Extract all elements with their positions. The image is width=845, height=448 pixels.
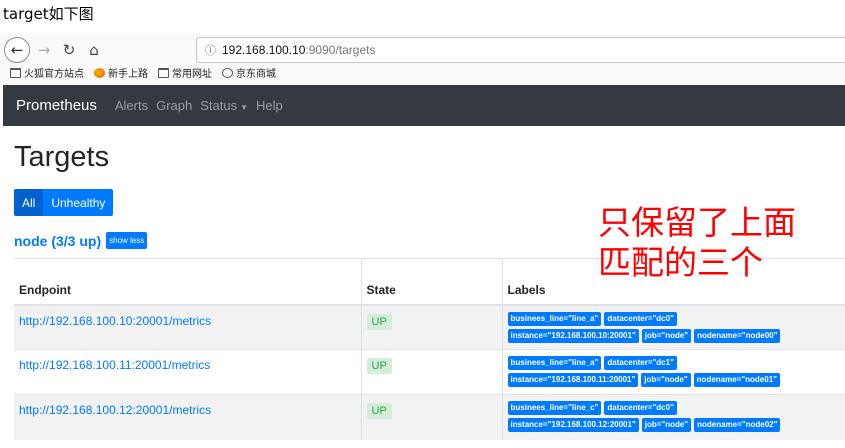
labels-cell: businees_line="line_a" datacenter="dc1" … (501, 349, 845, 395)
label-badge: nodename="node00" (694, 328, 781, 343)
url-host: 192.168.100.10 (222, 43, 306, 57)
header-endpoint: Endpoint (14, 258, 361, 306)
folder-icon (10, 67, 21, 78)
page-title: Targets (14, 141, 110, 173)
label-badge: job="node" (641, 328, 692, 343)
filter-all-button[interactable]: All (14, 189, 44, 216)
home-button[interactable]: ⌂ (83, 37, 105, 63)
show-less-button[interactable]: show less (106, 232, 148, 249)
endpoint-link[interactable]: http://192.168.100.12:20001/metrics (19, 403, 211, 417)
prometheus-navbar: Prometheus Alerts Graph Status ▼ Help (3, 85, 845, 126)
forward-button[interactable]: → (33, 37, 55, 63)
label-badge: instance="192.168.100.10:20001" (507, 328, 639, 343)
brand-link[interactable]: Prometheus (16, 97, 97, 114)
header-state: State (360, 258, 502, 306)
home-icon: ⌂ (89, 41, 99, 59)
labels-line: businees_line="line_a" datacenter="dc0" (507, 311, 841, 326)
state-cell: UP (360, 394, 502, 440)
labels-line: businees_line="line_a" datacenter="dc1" (507, 356, 841, 370)
annotation-line-1: 只保留了上面 (598, 203, 796, 242)
label-badge: instance="192.168.100.11:20001" (507, 373, 639, 387)
bookmark-item[interactable]: 火狐官方站点 (10, 65, 84, 80)
url-path: :9090/targets (305, 43, 376, 57)
arrow-right-icon: → (37, 41, 51, 59)
nav-status-dropdown[interactable]: Status ▼ (200, 98, 248, 113)
reload-icon: ↻ (62, 41, 76, 59)
labels-cell: businees_line="line_a" datacenter="dc0" … (501, 304, 845, 350)
labels-line: businees_line="line_c" datacenter="dc0" (507, 401, 841, 415)
firefox-icon (94, 67, 105, 78)
arrow-left-icon: ← (10, 41, 24, 59)
bookmark-label: 火狐官方站点 (24, 69, 84, 80)
label-badge: businees_line="line_a" (507, 356, 602, 370)
globe-icon (222, 67, 233, 78)
state-cell: UP (360, 304, 502, 350)
endpoint-cell: http://192.168.100.12:20001/metrics (14, 394, 361, 440)
info-icon[interactable]: ⓘ (205, 42, 216, 58)
job-link[interactable]: node (3/3 up) (14, 233, 101, 249)
nav-alerts[interactable]: Alerts (115, 98, 148, 113)
annotation-line-2: 匹配的三个 (598, 243, 763, 282)
label-badge: job="node" (641, 373, 691, 387)
table-row: http://192.168.100.10:20001/metrics UP b… (14, 304, 845, 350)
labels-cell: businees_line="line_c" datacenter="dc0" … (501, 394, 845, 440)
job-heading: node (3/3 up) show less (14, 232, 148, 249)
targets-table-container: Endpoint State Labels http://192.168.100… (14, 258, 845, 448)
label-badge: nodename="node01" (693, 373, 780, 387)
state-cell: UP (360, 349, 502, 395)
bookmark-item[interactable]: 新手上路 (94, 65, 148, 80)
endpoint-cell: http://192.168.100.11:20001/metrics (14, 349, 361, 395)
table-row: http://192.168.100.11:20001/metrics UP b… (14, 349, 845, 395)
endpoint-link[interactable]: http://192.168.100.11:20001/metrics (19, 358, 210, 372)
labels-line: instance="192.168.100.10:20001" job="nod… (507, 328, 841, 343)
nav-help[interactable]: Help (256, 98, 283, 113)
address-bar[interactable]: ⓘ 192.168.100.10:9090/targets (196, 37, 845, 63)
endpoint-cell: http://192.168.100.10:20001/metrics (14, 304, 361, 350)
labels-line: instance="192.168.100.12:20001" job="nod… (507, 418, 841, 432)
reload-button[interactable]: ↻ (58, 37, 80, 63)
labels-line: instance="192.168.100.11:20001" job="nod… (507, 373, 841, 387)
bookmark-item[interactable]: 常用网址 (158, 65, 212, 80)
label-badge: datacenter="dc1" (604, 356, 677, 370)
state-badge: UP (366, 358, 392, 374)
bookmark-label: 新手上路 (108, 69, 148, 80)
filter-button-group: All Unhealthy (14, 189, 114, 216)
filter-unhealthy-button[interactable]: Unhealthy (43, 189, 114, 216)
state-badge: UP (366, 403, 392, 419)
nav-graph[interactable]: Graph (156, 98, 192, 113)
folder-icon (158, 67, 169, 78)
nav-status-label: Status (200, 98, 238, 113)
table-row: http://192.168.100.12:20001/metrics UP b… (14, 394, 845, 440)
bookmark-item[interactable]: 京东商城 (222, 65, 276, 80)
bookmarks-bar: 火狐官方站点 新手上路 常用网址 京东商城 (10, 65, 286, 80)
bookmark-label: 京东商城 (236, 69, 276, 80)
targets-table: Endpoint State Labels http://192.168.100… (14, 258, 845, 440)
label-badge: datacenter="dc0" (604, 311, 677, 326)
label-badge: job="node" (641, 418, 692, 432)
annotation-text: 只保留了上面 匹配的三个 (598, 203, 838, 283)
label-badge: businees_line="line_a" (507, 311, 602, 326)
browser-chrome: ← → ↻ ⌂ ⓘ 192.168.100.10:9090/targets 火狐… (0, 34, 845, 84)
endpoint-link[interactable]: http://192.168.100.10:20001/metrics (19, 314, 211, 328)
caret-down-icon: ▼ (240, 103, 249, 112)
caption-text: target如下图 (3, 5, 94, 23)
browser-nav-buttons: ← → ↻ ⌂ (4, 37, 105, 63)
label-badge: nodename="node02" (694, 418, 781, 432)
state-badge: UP (366, 313, 392, 330)
label-badge: instance="192.168.100.12:20001" (507, 418, 639, 432)
bookmark-label: 常用网址 (172, 69, 212, 80)
label-badge: businees_line="line_c" (507, 401, 602, 415)
back-button[interactable]: ← (4, 37, 30, 63)
label-badge: datacenter="dc0" (604, 401, 677, 415)
